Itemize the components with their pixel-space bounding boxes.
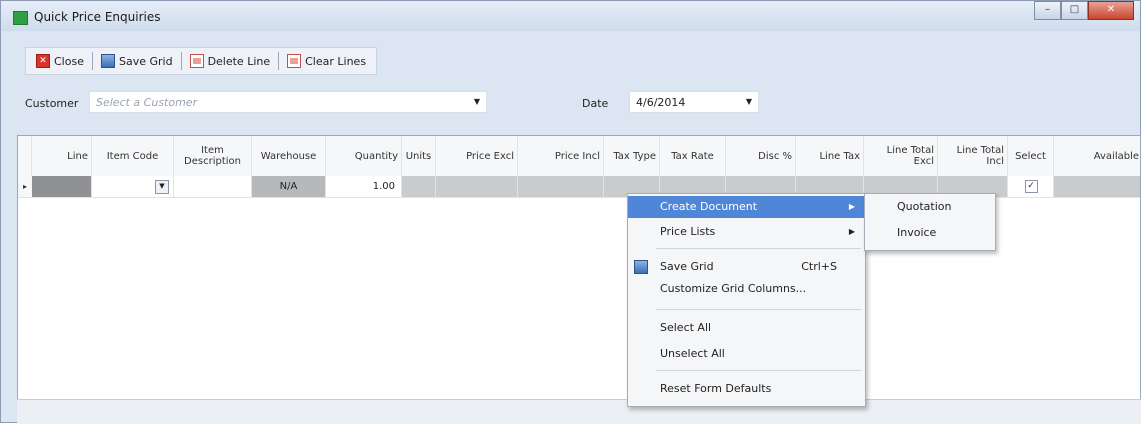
submenu-create-document: Quotation Invoice (864, 193, 996, 251)
menu-item-label: Price Lists (660, 225, 716, 238)
filter-bar: Customer Select a Customer ▼ Date 4/6/20… (1, 85, 1140, 125)
available-cell[interactable] (1054, 176, 1140, 197)
menu-item-reset-form-defaults[interactable]: Reset Form Defaults (628, 378, 865, 400)
toolbar-divider (278, 52, 280, 70)
date-label: Date (582, 97, 609, 110)
chevron-right-icon: ▶ (848, 227, 855, 236)
menu-separator (656, 248, 861, 249)
menu-item-label: Select All (660, 321, 712, 334)
line-cell[interactable] (32, 176, 92, 197)
status-bar (17, 399, 1141, 424)
menu-item-invoice[interactable]: Invoice (865, 222, 995, 244)
column-header[interactable]: Line Tax (796, 136, 864, 176)
column-header[interactable]: Tax Type (604, 136, 660, 176)
save-grid-label: Save Grid (118, 54, 173, 68)
warehouse-cell[interactable]: N/A (252, 176, 326, 197)
save-grid-button[interactable]: Save Grid (97, 50, 177, 72)
column-header[interactable]: Line Total Incl (938, 136, 1008, 176)
chevron-down-icon[interactable]: ▼ (155, 180, 169, 194)
menu-item-label: Unselect All (660, 347, 725, 360)
column-header[interactable]: Select (1008, 136, 1054, 176)
column-header[interactable]: Line Total Excl (864, 136, 938, 176)
window-controls: – □ ✕ (1034, 1, 1134, 21)
date-picker[interactable]: 4/6/2014 ▼ (629, 91, 759, 113)
menu-item-label: Save Grid (660, 260, 714, 273)
menu-item-label: Create Document (660, 200, 758, 213)
close-icon: ✕ (1106, 4, 1116, 15)
chevron-down-icon: ▼ (745, 97, 752, 106)
menu-item-label: Reset Form Defaults (660, 382, 772, 395)
menu-item-label: Customize Grid Columns... (660, 282, 807, 295)
select-checkbox[interactable]: ✓ (1024, 180, 1038, 193)
menu-item-save-grid[interactable]: Save Grid Ctrl+S (628, 256, 865, 278)
menu-item-price-lists[interactable]: Price Lists ▶ (628, 221, 865, 243)
menu-item-create-document[interactable]: Create Document ▶ (628, 196, 865, 218)
menu-item-select-all[interactable]: Select All (628, 317, 865, 339)
close-button[interactable]: ✕ Close (32, 50, 88, 72)
menu-separator (656, 309, 861, 310)
clear-lines-label: Clear Lines (305, 54, 367, 68)
close-icon: ✕ (36, 54, 50, 68)
column-header[interactable]: Warehouse (252, 136, 326, 176)
column-header[interactable]: Price Excl (436, 136, 518, 176)
item-code-cell[interactable]: ▼ (92, 176, 174, 197)
app-window: Quick Price Enquiries – □ ✕ ✕ Close Save… (0, 0, 1141, 424)
minimize-icon: – (1045, 4, 1050, 15)
column-header[interactable]: Quantity (326, 136, 402, 176)
title-bar: Quick Price Enquiries – □ ✕ (1, 1, 1140, 31)
customer-select[interactable]: Select a Customer ▼ (89, 91, 487, 113)
toolbar-divider (91, 52, 93, 70)
menu-item-unselect-all[interactable]: Unselect All (628, 343, 865, 365)
price-grid: Line Item Code Item Description Warehous… (17, 135, 1141, 423)
maximize-button[interactable]: □ (1061, 1, 1088, 20)
delete-line-label: Delete Line (207, 54, 271, 68)
close-label: Close (54, 54, 84, 68)
delete-line-button[interactable]: Delete Line (186, 50, 275, 72)
column-header[interactable]: Price Incl (518, 136, 604, 176)
row-pointer-icon: ▸ (18, 176, 33, 197)
minimize-button[interactable]: – (1034, 1, 1061, 20)
price-excl-cell[interactable] (436, 176, 518, 197)
clear-lines-icon (287, 54, 302, 68)
menu-item-quotation[interactable]: Quotation (865, 196, 995, 218)
save-icon (100, 54, 115, 68)
quantity-cell[interactable]: 1.00 (326, 176, 402, 197)
column-header[interactable]: Item Description (174, 136, 252, 176)
column-header[interactable]: Tax Rate (660, 136, 726, 176)
context-menu: Create Document ▶ Price Lists ▶ Save Gri… (627, 193, 866, 407)
customer-label: Customer (25, 97, 79, 110)
menu-item-label: Invoice (897, 226, 937, 239)
window-title: Quick Price Enquiries (34, 10, 161, 24)
toolbar-divider (180, 52, 182, 70)
customer-placeholder: Select a Customer (96, 96, 198, 109)
column-header[interactable]: Line (32, 136, 92, 176)
row-indicator-header (18, 136, 32, 176)
close-window-button[interactable]: ✕ (1088, 1, 1134, 20)
clear-lines-button[interactable]: Clear Lines (283, 50, 370, 72)
column-header[interactable]: Item Code (92, 136, 174, 176)
delete-line-icon (189, 54, 204, 68)
menu-item-customize-grid-columns[interactable]: Customize Grid Columns... (628, 278, 865, 300)
menu-shortcut: Ctrl+S (801, 260, 837, 273)
toolbar: ✕ Close Save Grid Delete Line Clear Line… (25, 47, 378, 75)
grid-header: Line Item Code Item Description Warehous… (18, 136, 1140, 177)
chevron-right-icon: ▶ (848, 202, 855, 211)
select-cell[interactable]: ✓ (1008, 176, 1054, 197)
item-description-cell[interactable] (174, 176, 252, 197)
maximize-icon: □ (1069, 4, 1080, 15)
price-incl-cell[interactable] (518, 176, 604, 197)
app-icon (13, 11, 28, 25)
save-icon (634, 260, 648, 274)
menu-item-label: Quotation (897, 200, 952, 213)
column-header[interactable]: Units (402, 136, 436, 176)
column-header[interactable]: Disc % (726, 136, 796, 176)
units-cell[interactable] (402, 176, 436, 197)
date-value: 4/6/2014 (636, 96, 686, 109)
column-header[interactable]: Available (1054, 136, 1140, 176)
chevron-down-icon: ▼ (473, 97, 480, 106)
menu-separator (656, 370, 861, 371)
